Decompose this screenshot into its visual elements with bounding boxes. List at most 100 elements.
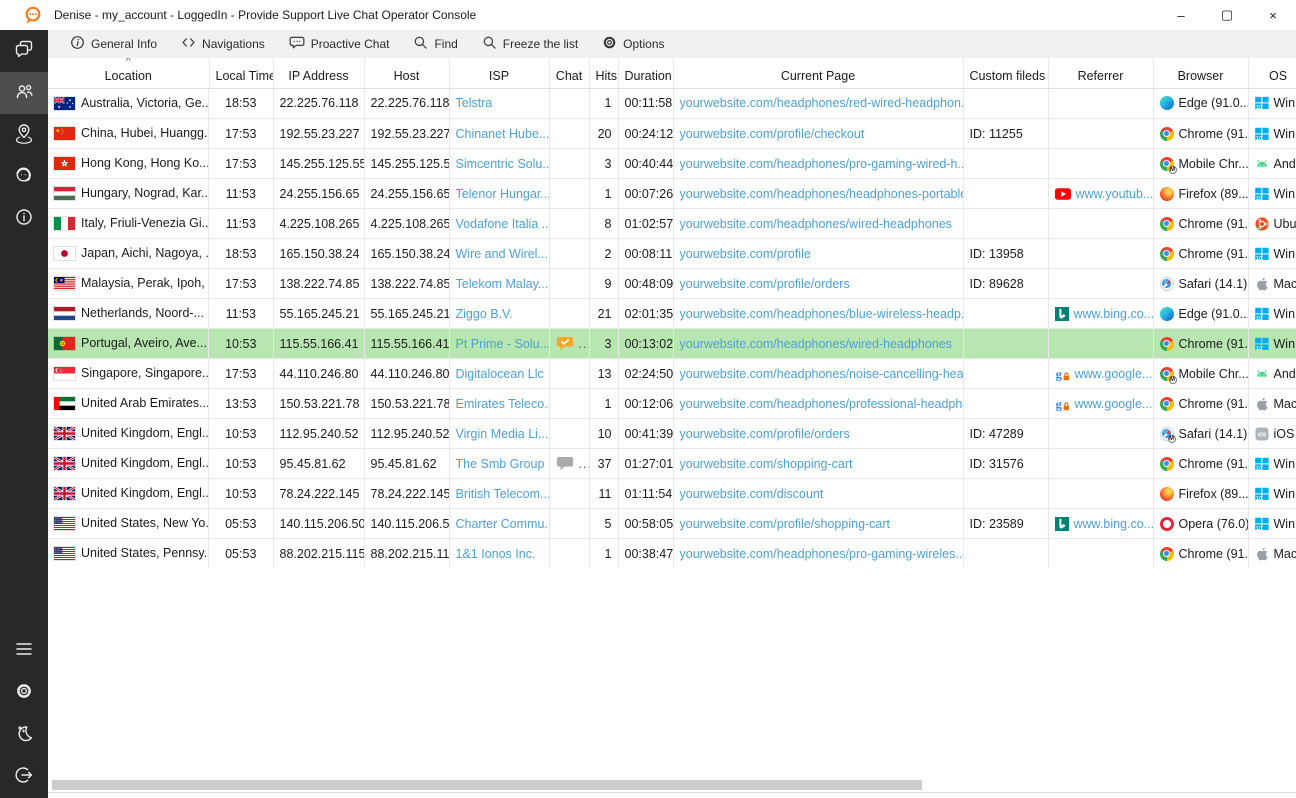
app-window: Denise - my_account - LoggedIn - Provide… (0, 0, 1296, 798)
gear-icon (602, 35, 617, 53)
referrer-link[interactable]: www.bing.co... (1074, 307, 1154, 321)
find-button[interactable]: Find (401, 30, 469, 58)
cell-duration: 00:48:09 (618, 269, 673, 299)
current-page-link[interactable]: yourwebsite.com/headphones/red-wired-hea… (680, 96, 964, 110)
current-page-link[interactable]: yourwebsite.com/profile/orders (680, 277, 850, 291)
cell-os: Ubu (1248, 209, 1296, 239)
column-header-referrer[interactable]: Referrer (1048, 58, 1153, 88)
maximize-button[interactable]: ▢ (1204, 0, 1250, 30)
current-page-link[interactable]: yourwebsite.com/profile/orders (680, 427, 850, 441)
column-header-custom-fileds[interactable]: Custom fileds (963, 58, 1048, 88)
visitor-row[interactable]: China, Hubei, Huangg...17:53192.55.23.22… (48, 119, 1296, 149)
column-header-os[interactable]: OS (1248, 58, 1296, 88)
cell-local-time: 18:53 (209, 239, 273, 269)
isp-link[interactable]: Digitalocean Llc (456, 367, 544, 381)
referrer-link[interactable]: www.google... (1075, 397, 1153, 411)
current-page-link[interactable]: yourwebsite.com/profile (680, 247, 811, 261)
current-page-link[interactable]: yourwebsite.com/headphones/blue-wireless… (680, 307, 964, 321)
isp-link[interactable]: Vodafone Italia ... (456, 217, 550, 231)
current-page-link[interactable]: yourwebsite.com/headphones/wired-headpho… (680, 337, 952, 351)
proactive-chat-button[interactable]: Proactive Chat (277, 30, 402, 58)
cell-local-time: 18:53 (209, 88, 273, 119)
cell-chat (549, 209, 589, 239)
isp-link[interactable]: Telstra (456, 96, 493, 110)
visitor-row[interactable]: Hungary, Nograd, Kar...11:5324.255.156.6… (48, 179, 1296, 209)
visitor-row[interactable]: Netherlands, Noord-...11:5355.165.245.21… (48, 299, 1296, 329)
isp-link[interactable]: Telenor Hungar... (456, 187, 550, 201)
cell-current-page: yourwebsite.com/headphones/noise-cancell… (673, 359, 963, 389)
visitor-row[interactable]: Malaysia, Perak, Ipoh, ...17:53138.222.7… (48, 269, 1296, 299)
isp-link[interactable]: Emirates Teleco... (456, 397, 550, 411)
column-header-hits[interactable]: Hits (589, 58, 618, 88)
isp-link[interactable]: The Smb Group (456, 457, 545, 471)
sidebar-item-chats[interactable] (0, 30, 48, 72)
isp-link[interactable]: Wire and Wirel... (456, 247, 548, 261)
sidebar-item-logout[interactable] (0, 756, 48, 798)
visitor-row[interactable]: United Kingdom, Engl...10:5378.24.222.14… (48, 479, 1296, 509)
column-header-chat[interactable]: Chat (549, 58, 589, 88)
general-info-button[interactable]: General Info (58, 30, 169, 58)
sidebar-item-info[interactable] (0, 198, 48, 240)
visitor-row[interactable]: United States, Pennsy...05:5388.202.215.… (48, 539, 1296, 569)
apple-icon (1255, 277, 1269, 291)
isp-link[interactable]: Simcentric Solu... (456, 157, 550, 171)
column-header-duration[interactable]: Duration (618, 58, 673, 88)
isp-link[interactable]: Telekom Malay... (456, 277, 549, 291)
column-header-browser[interactable]: Browser (1153, 58, 1248, 88)
current-page-link[interactable]: yourwebsite.com/headphones/wired-headpho… (680, 217, 952, 231)
isp-link[interactable]: Pt Prime - Solu... (456, 337, 550, 351)
location-text: Hong Kong, Hong Ko... (81, 156, 209, 170)
column-header-current-page[interactable]: Current Page (673, 58, 963, 88)
visitor-row[interactable]: Hong Kong, Hong Ko...17:53145.255.125.55… (48, 149, 1296, 179)
sidebar-item-operator[interactable] (0, 156, 48, 198)
current-page-link[interactable]: yourwebsite.com/headphones/noise-cancell… (680, 367, 964, 381)
visitor-row[interactable]: Italy, Friuli-Venezia Gi...11:534.225.10… (48, 209, 1296, 239)
referrer-link[interactable]: www.youtub... (1076, 187, 1154, 201)
current-page-link[interactable]: yourwebsite.com/headphones/pro-gaming-wi… (680, 157, 964, 171)
sidebar-item-theme[interactable] (0, 714, 48, 756)
visitor-row[interactable]: Australia, Victoria, Ge...18:5322.225.76… (48, 88, 1296, 119)
current-page-link[interactable]: yourwebsite.com/discount (680, 487, 824, 501)
visitor-row[interactable]: United Kingdom, Engl...10:53112.95.240.5… (48, 419, 1296, 449)
minimize-button[interactable]: – (1158, 0, 1204, 30)
column-header-host[interactable]: Host (364, 58, 449, 88)
close-button[interactable]: × (1250, 0, 1296, 30)
options-button[interactable]: Options (590, 30, 676, 58)
sidebar-item-geo-location[interactable] (0, 114, 48, 156)
cell-local-time: 10:53 (209, 329, 273, 359)
current-page-link[interactable]: yourwebsite.com/profile/shopping-cart (680, 517, 891, 531)
sidebar-item-visitors[interactable] (0, 72, 48, 114)
current-page-link[interactable]: yourwebsite.com/headphones/headphones-po… (680, 187, 964, 201)
visitor-row[interactable]: United Arab Emirates...13:53150.53.221.7… (48, 389, 1296, 419)
current-page-link[interactable]: yourwebsite.com/headphones/pro-gaming-wi… (680, 547, 964, 561)
column-header-local-time[interactable]: Local Time (209, 58, 273, 88)
column-header-location[interactable]: ^Location (48, 58, 209, 88)
cell-browser: Edge (91.0... (1153, 299, 1248, 329)
freeze-list-button[interactable]: Freeze the list (470, 30, 590, 58)
referrer-link[interactable]: www.bing.co... (1074, 517, 1154, 531)
isp-link[interactable]: Charter Commu... (456, 517, 550, 531)
cell-location: Portugal, Aveiro, Ave... (48, 329, 209, 359)
navigations-button[interactable]: Navigations (169, 30, 277, 58)
column-header-ip-address[interactable]: IP Address (273, 58, 364, 88)
sidebar-item-settings[interactable] (0, 672, 48, 714)
isp-link[interactable]: British Telecom... (456, 487, 550, 501)
cell-os: 10Win (1248, 329, 1296, 359)
visitor-row-selected[interactable]: Portugal, Aveiro, Ave...10:53115.55.166.… (48, 329, 1296, 359)
isp-link[interactable]: Virgin Media Li... (456, 427, 549, 441)
visitor-row[interactable]: Singapore, Singapore...17:5344.110.246.8… (48, 359, 1296, 389)
visitor-row[interactable]: United States, New Yo...05:53140.115.206… (48, 509, 1296, 539)
horizontal-scrollbar-thumb[interactable] (52, 780, 922, 790)
current-page-link[interactable]: yourwebsite.com/shopping-cart (680, 457, 853, 471)
current-page-link[interactable]: yourwebsite.com/profile/checkout (680, 127, 865, 141)
visitor-row[interactable]: United Kingdom, Engl...10:5395.45.81.629… (48, 449, 1296, 479)
visitor-row[interactable]: Japan, Aichi, Nagoya, ...18:53165.150.38… (48, 239, 1296, 269)
referrer-link[interactable]: www.google... (1075, 367, 1153, 381)
isp-link[interactable]: Ziggo B.V. (456, 307, 513, 321)
current-page-link[interactable]: yourwebsite.com/headphones/professional-… (680, 397, 964, 411)
browser-label: Chrome (91... (1179, 397, 1249, 411)
isp-link[interactable]: 1&1 Ionos Inc. (456, 547, 536, 561)
sidebar-item-menu[interactable] (0, 630, 48, 672)
isp-link[interactable]: Chinanet Hube... (456, 127, 550, 141)
column-header-isp[interactable]: ISP (449, 58, 549, 88)
